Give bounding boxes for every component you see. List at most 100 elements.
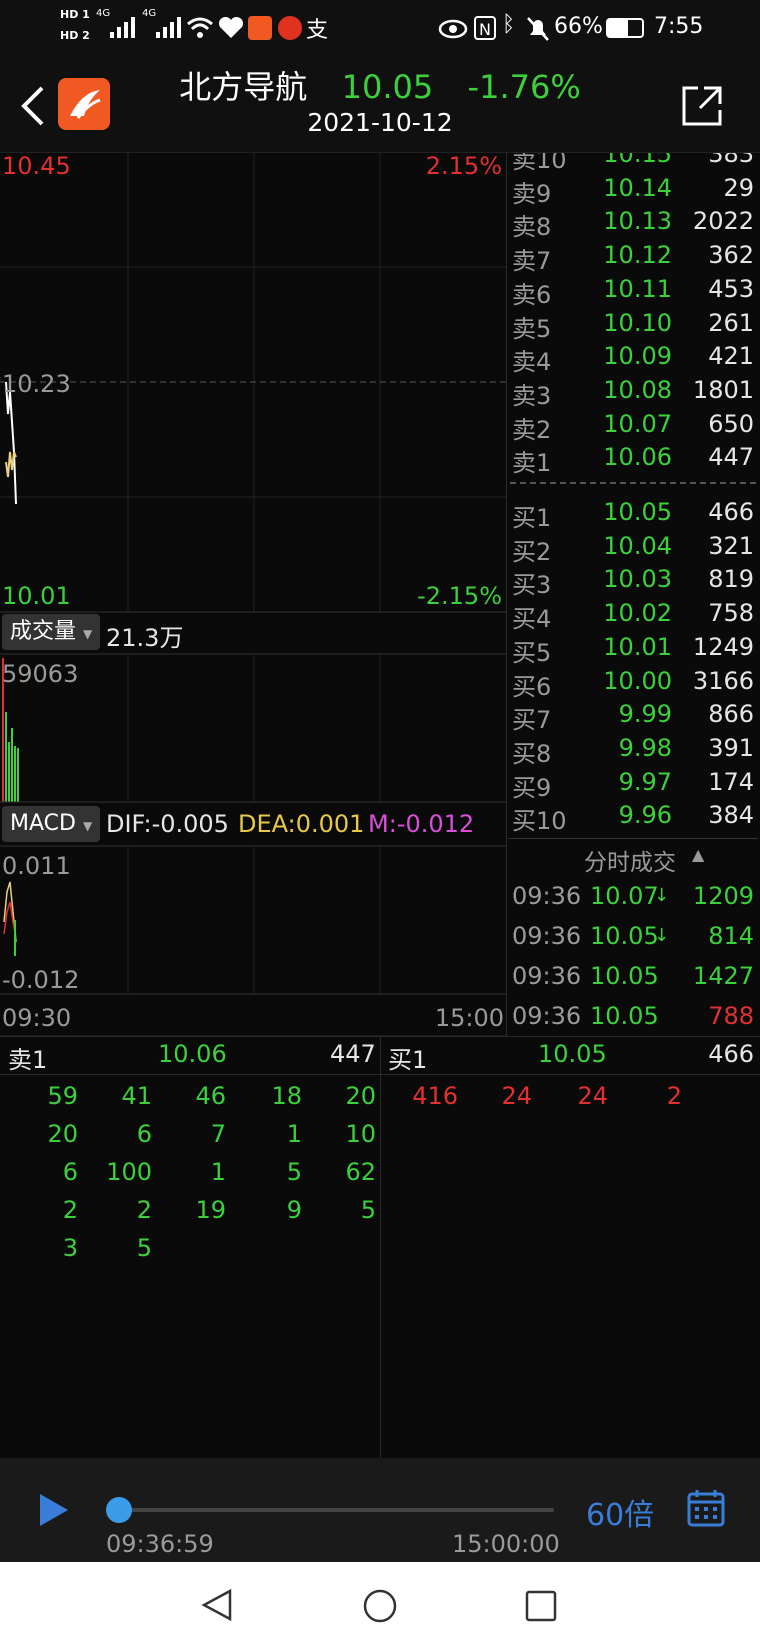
queue-order-size: 5: [360, 1196, 376, 1224]
order-level-label: 卖6: [512, 280, 552, 309]
order-book-buy-row: 买9 9.97 174: [508, 768, 758, 802]
tick-volume: 1209: [692, 882, 754, 910]
play-icon[interactable]: [38, 1492, 70, 1528]
order-price: 10.10: [603, 308, 672, 337]
order-price: 10.05: [603, 498, 672, 526]
queue-order-size: 46: [195, 1082, 226, 1110]
order-volume: 819: [708, 565, 754, 594]
order-price: 10.07: [603, 409, 672, 438]
order-price: 9.98: [618, 733, 672, 762]
order-book-buy-row: 买10 9.96 384: [508, 801, 758, 835]
queue-order-size: 9: [286, 1196, 302, 1224]
progress-thumb[interactable]: [106, 1497, 132, 1523]
queue-order-size: 5: [136, 1234, 152, 1262]
calendar-icon[interactable]: [686, 1488, 726, 1528]
wifi-icon: [187, 17, 213, 38]
order-book-sell-row: 卖9 10.14 29: [508, 174, 758, 208]
order-price: 10.00: [603, 666, 672, 695]
queue-order-size: 20: [345, 1082, 376, 1110]
signal-bars-2-icon: [156, 17, 181, 38]
order-volume: 650: [708, 409, 754, 438]
tick-price: 10.05: [590, 962, 659, 990]
external-link-icon[interactable]: [680, 84, 724, 128]
tick-header[interactable]: 分时成交 ▲: [508, 838, 758, 879]
tick-header-label: 分时成交: [584, 850, 676, 876]
queue-order-size: 2: [666, 1082, 682, 1110]
queue-order-size: 20: [47, 1120, 78, 1148]
order-book-sell-row: 卖1 10.06 447: [508, 443, 758, 477]
queue-order-size: 41: [121, 1082, 152, 1110]
order-level-label: 卖8: [512, 213, 552, 242]
app-notify-icon: [248, 16, 272, 40]
system-nav-bar: [0, 1562, 760, 1647]
order-level-label: 卖7: [512, 247, 552, 276]
order-volume: 447: [708, 443, 754, 472]
order-book-sell-row: 卖7 10.12 362: [508, 241, 758, 275]
nav-home-icon[interactable]: [362, 1588, 398, 1624]
order-price: 10.11: [603, 274, 672, 303]
order-volume: 321: [708, 531, 754, 560]
playback-bar: 09:36:59 15:00:00 60倍: [0, 1458, 760, 1562]
queue-order-size: 24: [501, 1082, 532, 1110]
queue-sell-vol: 447: [330, 1040, 376, 1068]
order-book-buy-row: 买5 10.01 1249: [508, 633, 758, 667]
order-level-label: 买1: [512, 504, 552, 532]
order-price: 10.02: [603, 599, 672, 628]
nav-back-icon[interactable]: [200, 1588, 234, 1622]
order-level-label: 买8: [512, 739, 552, 768]
queue-buy-vol: 466: [708, 1040, 754, 1068]
order-level-label: 买10: [512, 807, 567, 836]
order-book-sell-row: 卖6 10.11 453: [508, 275, 758, 309]
tick-price: 10.05: [590, 1002, 659, 1030]
speed-button[interactable]: 60倍: [586, 1490, 654, 1534]
order-price: 10.03: [603, 565, 672, 594]
order-price: 10.01: [603, 632, 672, 661]
battery-percent: 66%: [554, 14, 603, 39]
queue-order-size: 2: [62, 1196, 78, 1224]
order-price: 10.06: [603, 443, 672, 472]
battery-icon: [606, 18, 644, 38]
order-volume: 2022: [692, 207, 754, 236]
sim1-badge: HD 1 HD 2: [60, 8, 90, 42]
order-price: 10.13: [603, 207, 672, 236]
mute-icon: [527, 17, 549, 41]
order-queue-panel: 卖1 10.06 447 买1 10.05 466 59 41 46 18 20 20 6 7…: [0, 1036, 760, 1458]
clock: 7:55: [654, 14, 704, 39]
order-volume: 466: [708, 498, 754, 526]
nav-recent-icon[interactable]: [524, 1589, 558, 1623]
order-level-label: 买9: [512, 773, 552, 802]
queue-order-size: 416: [412, 1082, 458, 1110]
progress-track[interactable]: [118, 1508, 554, 1512]
order-level-label: 卖3: [512, 381, 552, 410]
stock-name: 北方导航: [179, 68, 308, 106]
tick-row: 09:36 10.05 788: [508, 1002, 758, 1038]
tick-time: 09:36: [512, 922, 582, 950]
order-volume: 421: [708, 342, 754, 371]
order-volume: 1249: [692, 632, 754, 661]
order-book-buy-row: 买6 10.00 3166: [508, 667, 758, 701]
queue-order-size: 7: [210, 1120, 226, 1148]
order-volume: 1801: [692, 375, 754, 404]
order-price: 9.99: [618, 700, 672, 729]
order-book-sell-row: 卖4 10.09 421: [508, 342, 758, 376]
queue-order-size: 62: [345, 1158, 376, 1186]
tick-row: 09:36 10.05 1427: [508, 962, 758, 998]
queue-order-size: 10: [345, 1120, 376, 1148]
queue-order-size: 6: [62, 1158, 78, 1186]
order-book-buy-row: 买3 10.03 819: [508, 565, 758, 599]
order-book: 卖10 10.15 383 卖9 10.14 29 卖8 10.13 2022 卖7 10.12 36…: [0, 0, 760, 1036]
order-level-label: 卖2: [512, 415, 552, 444]
order-book-buy-row: 买7 9.99 866: [508, 700, 758, 734]
order-book-buy-row: 买1 10.05 466: [508, 498, 758, 532]
tick-volume: 1427: [692, 962, 754, 990]
stock-price: 10.05: [341, 68, 434, 106]
order-volume: 384: [708, 801, 754, 830]
order-volume: 866: [708, 700, 754, 729]
order-level-label: 买6: [512, 672, 552, 701]
order-level-label: 买7: [512, 706, 552, 735]
tick-arrow-icon: ↓: [654, 925, 670, 946]
order-price: 10.08: [603, 375, 672, 404]
bluetooth-icon: ᛒ: [502, 12, 516, 37]
order-volume: 174: [708, 767, 754, 796]
order-price: 10.09: [603, 342, 672, 371]
